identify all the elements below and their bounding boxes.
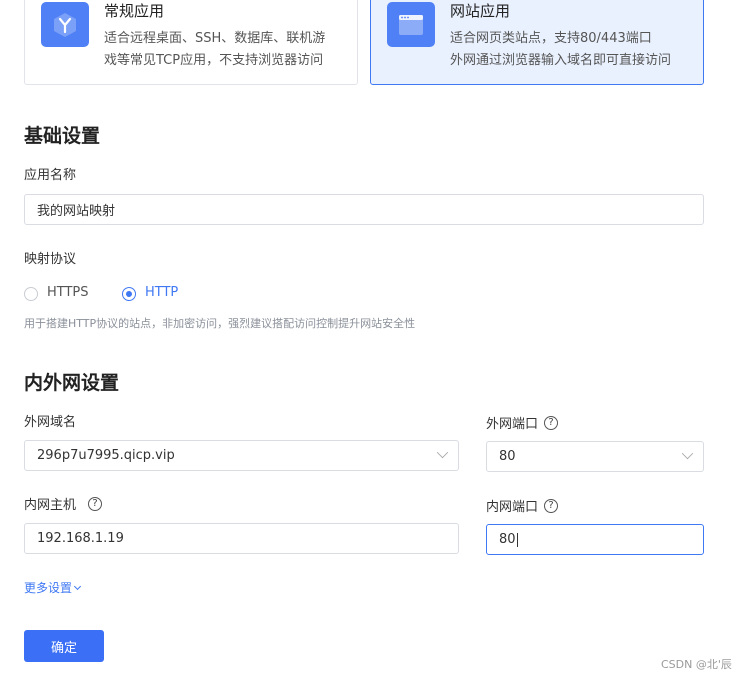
text-caret xyxy=(516,532,518,547)
browser-window-icon xyxy=(387,2,435,47)
protocol-option-label[interactable]: HTTP xyxy=(145,285,178,300)
protocol-radio-http[interactable] xyxy=(122,287,136,301)
app-type-card-website[interactable]: 网站应用 适合网页类站点，支持80/443端口 外网通过浏览器输入域名即可直接访… xyxy=(370,0,704,85)
internal-host-label: 内网主机 ? xyxy=(24,494,103,513)
card-description: 适合远程桌面、SSH、数据库、联机游 戏等常见TCP应用，不支持浏览器访问 xyxy=(104,31,326,68)
help-icon[interactable]: ? xyxy=(544,415,559,430)
external-port-select[interactable]: 80 xyxy=(486,441,704,472)
chevron-down-icon xyxy=(436,446,449,459)
confirm-button[interactable]: 确定 xyxy=(24,630,104,662)
internal-port-label: 内网端口 ? xyxy=(486,496,559,515)
protocol-option-label[interactable]: HTTPS xyxy=(47,285,89,300)
external-domain-select[interactable]: 296p7u7995.qicp.vip xyxy=(24,440,459,471)
section-title-basic-settings: 基础设置 xyxy=(24,125,101,147)
help-icon[interactable]: ? xyxy=(544,498,559,513)
app-name-label: 应用名称 xyxy=(24,168,77,183)
chevron-down-icon xyxy=(73,582,82,590)
external-port-label: 外网端口 ? xyxy=(486,413,559,432)
internal-port-input[interactable]: 80 xyxy=(486,524,704,555)
protocol-label: 映射协议 xyxy=(24,252,77,267)
section-title-network-settings: 内外网设置 xyxy=(24,372,120,394)
protocol-hint: 用于搭建HTTP协议的站点，非加密访问，强烈建议搭配访问控制提升网站安全性 xyxy=(24,317,416,330)
watermark: CSDN @北'辰 xyxy=(661,658,732,671)
y-logo-icon xyxy=(41,2,89,47)
card-title: 网站应用 xyxy=(450,2,511,20)
app-type-card-general[interactable]: 常规应用 适合远程桌面、SSH、数据库、联机游 戏等常见TCP应用，不支持浏览器… xyxy=(24,0,358,85)
internal-host-input[interactable]: 192.168.1.19 xyxy=(24,523,459,554)
card-description: 适合网页类站点，支持80/443端口 外网通过浏览器输入域名即可直接访问 xyxy=(450,31,672,68)
chevron-down-icon xyxy=(681,447,694,460)
protocol-radio-https[interactable] xyxy=(24,287,38,301)
more-settings-link[interactable]: 更多设置 xyxy=(24,579,82,596)
card-title: 常规应用 xyxy=(104,2,165,20)
help-icon[interactable]: ? xyxy=(88,496,103,511)
external-domain-label: 外网域名 xyxy=(24,415,77,430)
app-name-input[interactable]: 我的网站映射 xyxy=(24,194,704,225)
